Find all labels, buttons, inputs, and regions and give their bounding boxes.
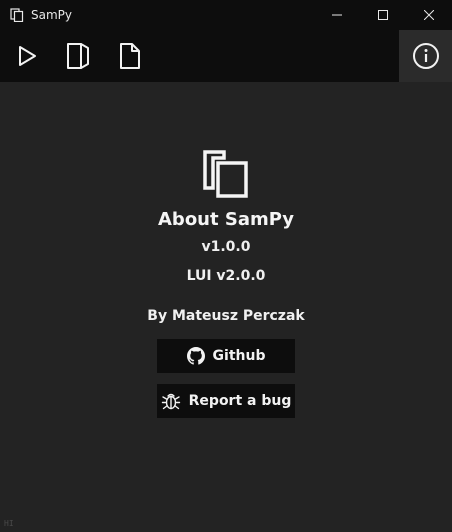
window-title: SamPy — [31, 8, 72, 22]
about-info-button[interactable] — [399, 30, 452, 82]
report-bug-label: Report a bug — [188, 393, 292, 409]
minimize-icon — [332, 14, 342, 16]
corner-label: HI — [4, 519, 14, 528]
run-button[interactable] — [9, 38, 45, 74]
close-icon — [424, 10, 434, 20]
report-bug-button[interactable]: Report a bug — [157, 384, 295, 418]
new-file-button[interactable] — [112, 38, 148, 74]
author-credit: By Mateusz Perczak — [147, 308, 305, 324]
close-button[interactable] — [406, 0, 452, 30]
minimize-button[interactable] — [314, 0, 360, 30]
play-icon — [19, 46, 36, 66]
copy-logo-icon — [203, 150, 248, 198]
about-title: About SamPy — [158, 209, 294, 230]
document-icon — [120, 43, 140, 69]
maximize-button[interactable] — [360, 0, 406, 30]
app-version: v1.0.0 — [201, 239, 251, 255]
maximize-icon — [378, 10, 388, 20]
info-icon — [412, 43, 439, 69]
github-button-label: Github — [212, 348, 266, 364]
toolbar — [0, 30, 399, 82]
lui-version: LUI v2.0.0 — [186, 268, 266, 284]
folded-document-icon — [67, 43, 89, 69]
app-copy-icon — [10, 8, 24, 22]
open-file-button[interactable] — [60, 38, 96, 74]
title-bar: SamPy — [0, 0, 452, 30]
github-icon — [186, 347, 205, 365]
bug-icon — [161, 393, 180, 410]
about-panel: About SamPy v1.0.0 LUI v2.0.0 By Mateusz… — [0, 82, 452, 532]
github-button[interactable]: Github — [157, 339, 295, 373]
